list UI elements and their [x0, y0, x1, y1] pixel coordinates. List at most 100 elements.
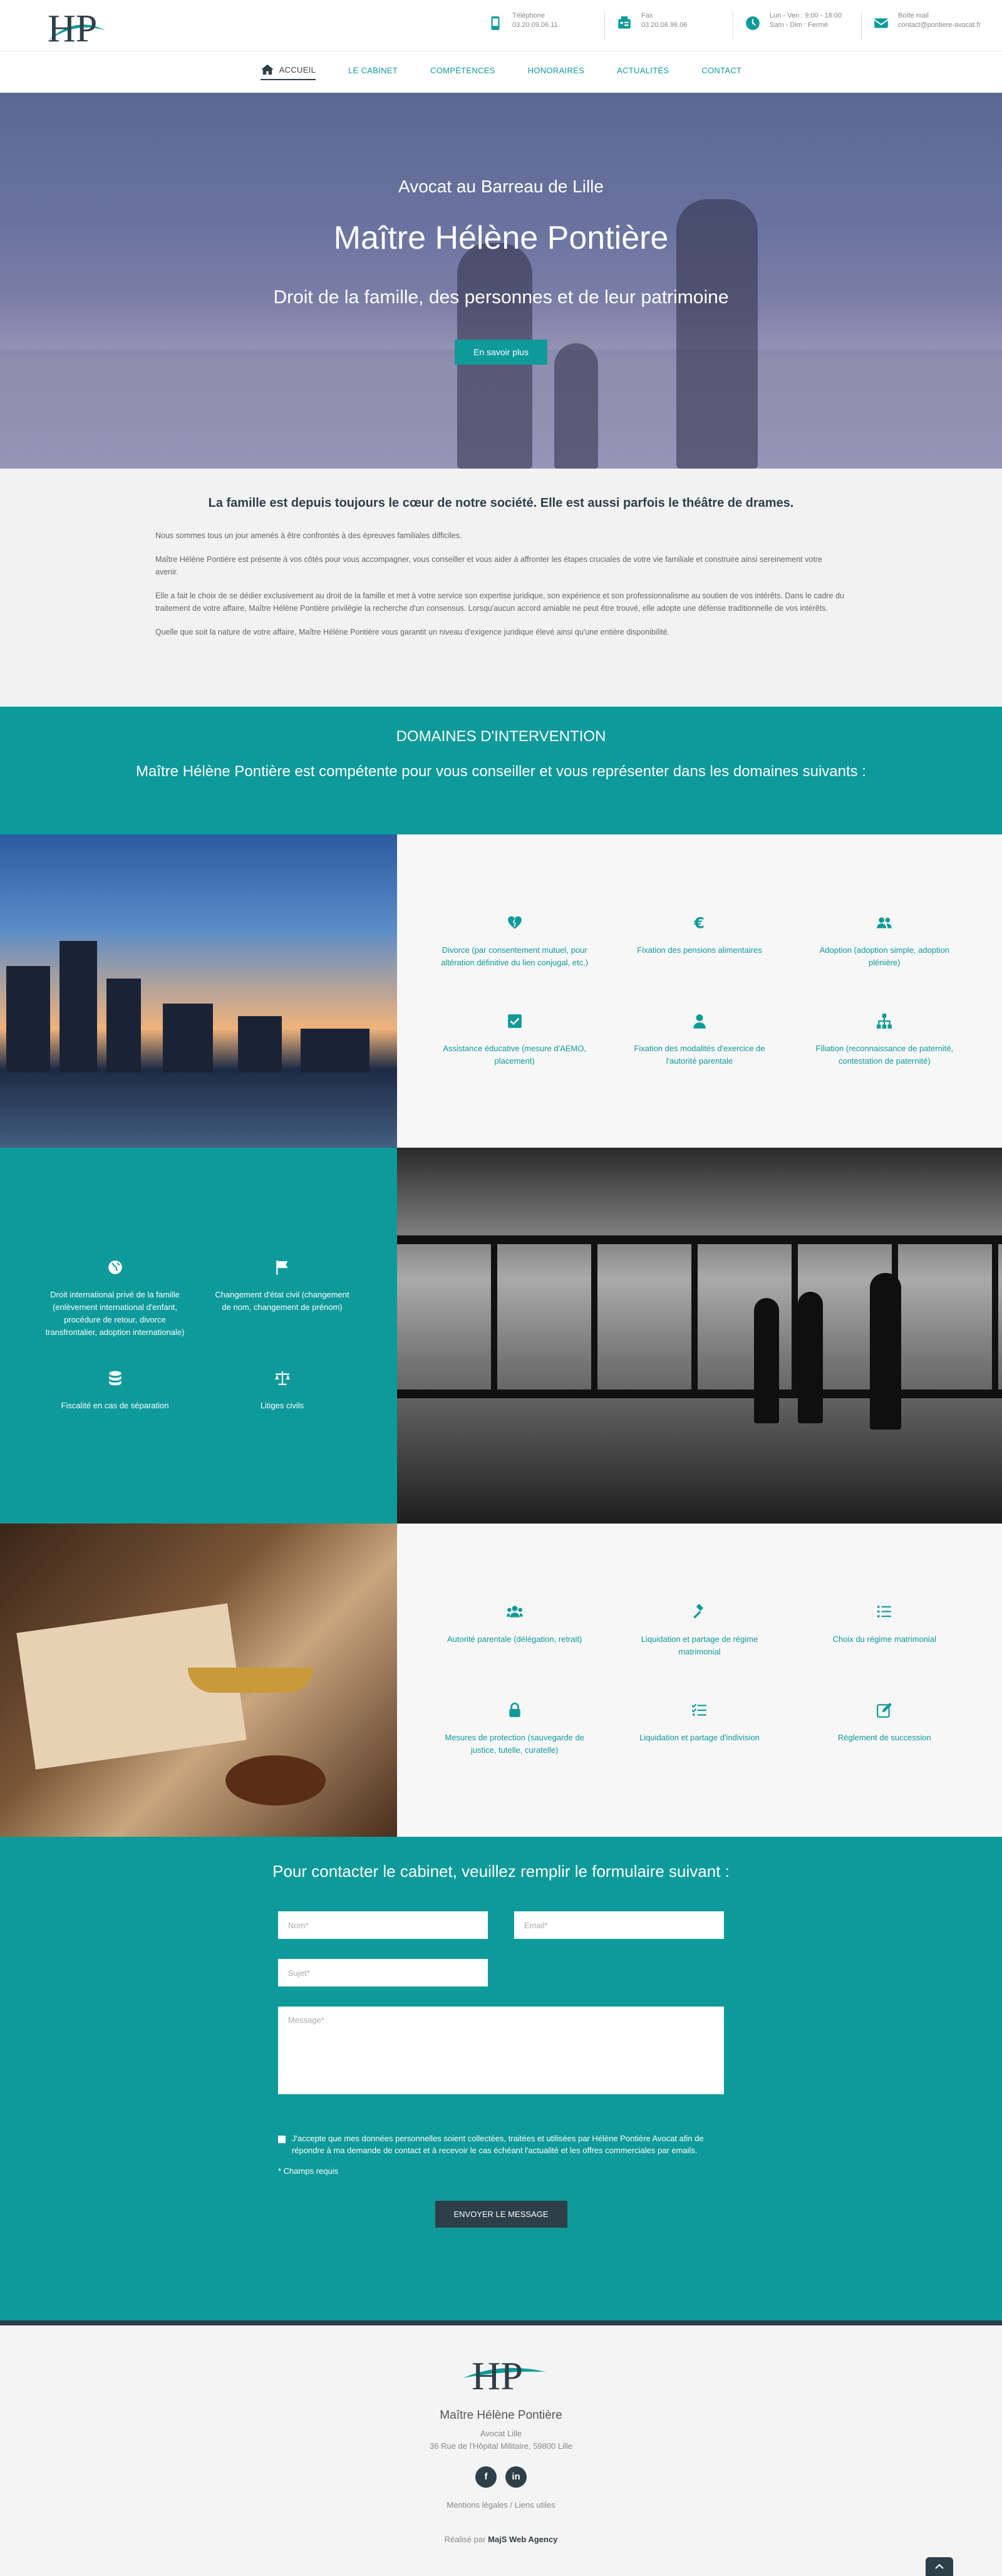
footer-name: Maître Hélène Pontière: [440, 2409, 562, 2422]
domain-item: Droit international privé de la famille …: [31, 1259, 199, 1339]
send-message-button[interactable]: ENVOYER LE MESSAGE: [435, 2201, 567, 2228]
domain-label: Choix du régime matrimonial: [832, 1634, 937, 1644]
building-shape: [238, 1016, 282, 1072]
contact-form: J'accepte que mes données personnelles s…: [278, 1911, 724, 2228]
domain-item: Règlement de succession: [792, 1702, 977, 1757]
edit-icon: [877, 1703, 892, 1718]
domain-label: Fiscalité en cas de séparation: [61, 1401, 169, 1410]
home-icon: [261, 64, 274, 75]
email-input[interactable]: [514, 1911, 724, 1939]
chevron-up-icon: [935, 2563, 944, 2569]
hero-subtitle: Avocat au Barreau de Lille: [398, 177, 604, 196]
hp-logo[interactable]: HP: [36, 3, 111, 50]
building-shape: [163, 1004, 213, 1072]
check-square-icon: [507, 1014, 522, 1028]
clock-icon: [746, 16, 760, 30]
domain-label: Liquidation et partage de régime matrimo…: [641, 1634, 758, 1656]
nav-item-competences[interactable]: COMPÉTENCES: [430, 66, 495, 79]
svg-text:HP: HP: [472, 2354, 523, 2397]
consent-checkbox[interactable]: [278, 2136, 286, 2143]
form-title: Pour contacter le cabinet, veuillez remp…: [272, 1862, 730, 1881]
hero-text: Avocat au Barreau de Lille Maître Hélène…: [0, 177, 1002, 365]
office-person-silhouette: [798, 1292, 823, 1423]
facebook-icon[interactable]: f: [475, 2466, 497, 2488]
nav-item-le-cabinet[interactable]: LE CABINET: [348, 66, 398, 79]
domains-title: DOMAINES D'INTERVENTION: [396, 728, 606, 745]
scales-writing-image: [0, 1524, 397, 1837]
intro-heading: La famille est depuis toujours le cœur d…: [208, 496, 794, 510]
footer-links[interactable]: Mentions légales / Liens utiles: [0, 2500, 1002, 2510]
domain-label: Changement d'état civil (changement de n…: [215, 1290, 349, 1312]
footer-hp-logo[interactable]: HP: [454, 2349, 548, 2398]
coins-icon: [108, 1371, 121, 1386]
broken-heart-icon: [507, 916, 522, 929]
office-window-frame: [397, 1235, 1002, 1398]
hero-section: Avocat au Barreau de Lille Maître Hélène…: [0, 93, 1002, 469]
domains-header: DOMAINES D'INTERVENTION Maître Hélène Po…: [0, 707, 1002, 834]
domain-item: Liquidation et partage de régime matrimo…: [607, 1604, 792, 1658]
learn-more-button[interactable]: En savoir plus: [455, 340, 547, 365]
mail-label: Boîte mail: [898, 12, 929, 19]
nav-item-honoraires[interactable]: HONORAIRES: [528, 66, 584, 79]
domain-item: Fixation des modalités d'exercice de l'a…: [607, 1013, 792, 1067]
intro-paragraph: Quelle que soit la nature de votre affai…: [155, 628, 670, 636]
nav-item-accueil[interactable]: ACCUEIL: [260, 64, 316, 80]
domain-label: Litiges civils: [260, 1401, 304, 1410]
social-links: f in: [0, 2466, 1002, 2488]
phone-block[interactable]: Téléphone 03.20.09.06.11: [476, 11, 604, 40]
main-nav: ACCUEIL LE CABINET COMPÉTENCES HONORAIRE…: [0, 51, 1002, 93]
domain-item: Autorité parentale (délégation, retrait): [422, 1604, 607, 1658]
domain-item: Fiscalité en cas de séparation: [31, 1370, 199, 1412]
nav-item-actualites[interactable]: ACTUALITÉS: [617, 66, 669, 79]
nav-item-contact[interactable]: CONTACT: [701, 66, 741, 79]
scale-base: [225, 1755, 326, 1805]
hours-weekend: Sam - Dim : Fermé: [770, 21, 828, 29]
building-shape: [301, 1029, 369, 1072]
balance-scale-icon: [274, 1371, 290, 1385]
linkedin-icon[interactable]: in: [505, 2466, 527, 2488]
fax-block[interactable]: Fax 03.20.06.96.06: [604, 11, 733, 40]
domain-label: Mesures de protection (sauvegarde de jus…: [445, 1733, 584, 1755]
domain-item: Choix du régime matrimonial: [792, 1604, 977, 1658]
users-icon: [877, 917, 892, 928]
domain-label: Assistance éducative (mesure d'AEMO, pla…: [443, 1044, 586, 1066]
building-shape: [106, 979, 141, 1072]
mail-block[interactable]: Boîte mail contact@pontiere-avocat.fr: [861, 11, 989, 40]
footer: HP Maître Hélène Pontière Avocat Lille 3…: [0, 2325, 1002, 2576]
svg-text:€: €: [693, 915, 705, 931]
phone-label: Téléphone: [512, 12, 545, 19]
domains-grid-1: Divorce (par consentement mutuel, pour a…: [397, 834, 1002, 1148]
credit-agency-link[interactable]: MajS Web Agency: [488, 2535, 557, 2544]
hero-title: Maître Hélène Pontière: [333, 220, 669, 256]
name-input[interactable]: [278, 1911, 488, 1939]
domains-grid-2: Droit international privé de la famille …: [0, 1148, 397, 1524]
flag-icon: [276, 1260, 288, 1275]
footer-credit: Réalisé par MajS Web Agency: [0, 2535, 1002, 2544]
city-skyline-image: [0, 834, 397, 1148]
domain-item: € Fixation des pensions alimentaires: [607, 915, 792, 969]
mail-value: contact@pontiere-avocat.fr: [898, 21, 981, 29]
domain-item: Filiation (reconnaissance de paternité, …: [792, 1013, 977, 1067]
header-contact-blocks: Téléphone 03.20.09.06.11 Fax 03.20.06.96.0…: [476, 11, 989, 40]
domain-label: Droit international privé de la famille …: [45, 1290, 185, 1337]
hours-block: Lun - Ven : 9:00 - 18:00 Sam - Dim : Ferm…: [733, 11, 861, 40]
domain-label: Liquidation et partage d'indivision: [639, 1733, 760, 1742]
office-window-image: [397, 1148, 1002, 1524]
gavel-icon: [693, 1604, 703, 1619]
subject-input[interactable]: [278, 1959, 488, 1987]
footer-role: Avocat Lille: [480, 2429, 522, 2438]
users-cog-icon: [506, 1606, 523, 1618]
list-icon: [877, 1606, 892, 1618]
svg-text:HP: HP: [48, 8, 97, 50]
phone-value: 03.20.09.06.11: [512, 21, 558, 29]
domain-label: Filiation (reconnaissance de paternité, …: [815, 1044, 954, 1066]
required-note: * Champs requis: [278, 2166, 339, 2176]
tasks-icon: [691, 1703, 706, 1716]
domain-item: Adoption (adoption simple, adoption plén…: [792, 915, 977, 969]
nav-label-accueil: ACCUEIL: [279, 65, 316, 75]
domain-label: Fixation des modalités d'exercice de l'a…: [634, 1044, 765, 1066]
euro-icon: €: [693, 915, 705, 932]
domain-item: Changement d'état civil (changement de n…: [199, 1259, 366, 1339]
intro-paragraph: Elle a fait le choix de se dédier exclus…: [155, 591, 844, 613]
message-textarea[interactable]: [278, 2007, 724, 2094]
